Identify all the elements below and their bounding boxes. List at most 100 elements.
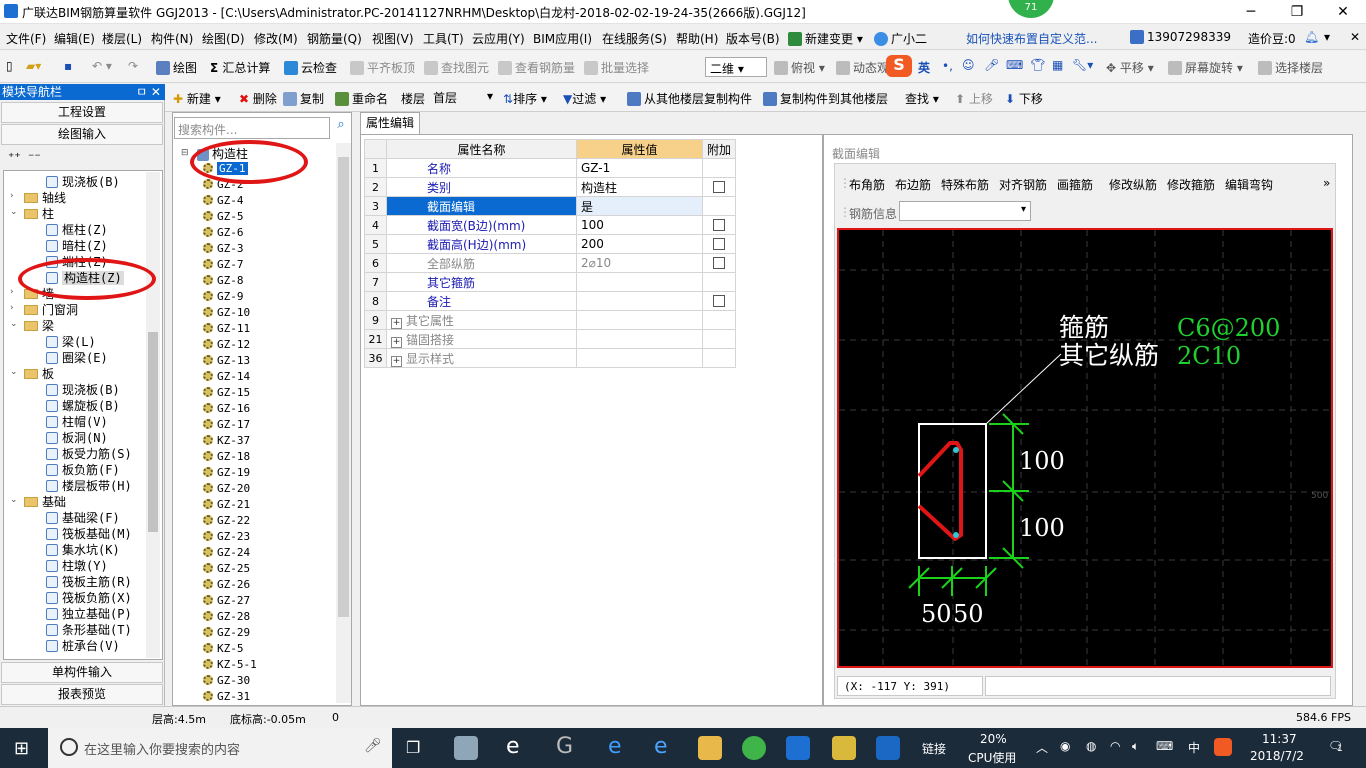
property-row[interactable]: 6 全部纵筋 2⌀10 [364, 253, 737, 273]
project-settings-button[interactable]: 工程设置 [1, 102, 163, 123]
component-list-item[interactable]: KZ-5 [217, 642, 244, 655]
nav-tree-item[interactable]: 柱帽(V) [46, 413, 108, 430]
nav-tree-item[interactable]: 板洞(N) [46, 429, 108, 446]
corner-rebar-button[interactable]: 布角筋 [849, 176, 885, 193]
property-row[interactable]: 7 其它箍筋 [364, 272, 737, 292]
property-name[interactable]: 截面高(H边)(mm) [386, 234, 577, 254]
menu-modify[interactable]: 修改(M) [254, 30, 298, 47]
nav-tree-item[interactable]: 条形基础(T) [46, 621, 132, 638]
tab-property-edit[interactable]: 属性编辑 [360, 112, 420, 134]
cortana-icon[interactable] [60, 738, 78, 756]
tree-collapse-icon[interactable]: ⌄ [10, 367, 18, 377]
nav-tree-item[interactable]: 筏板基础(M) [46, 525, 132, 542]
minimize-button[interactable]: ─ [1228, 0, 1274, 24]
keyboard-tray-icon[interactable]: ⌨ [1156, 739, 1173, 753]
tree-collapse-icon[interactable]: ⌄ [10, 319, 18, 329]
notes-app-icon[interactable] [832, 736, 856, 760]
batch-select-button[interactable]: 批量选择 [584, 59, 649, 76]
top-view-button[interactable]: 俯视 ▾ [774, 59, 825, 76]
dim-width-2[interactable]: 50 [953, 600, 984, 628]
property-value[interactable]: 2⌀10 [576, 253, 703, 273]
menu-draw[interactable]: 绘图(D) [202, 30, 245, 47]
property-row[interactable]: 21 + 锚固搭接 [364, 329, 737, 349]
property-value[interactable] [576, 291, 703, 311]
property-value[interactable]: 构造柱 [576, 177, 703, 197]
browser-g-icon[interactable]: G [556, 734, 573, 759]
property-value[interactable] [576, 348, 703, 368]
nav-tree-item[interactable]: 基础梁(F) [46, 509, 120, 526]
tree-expand-icon[interactable]: › [10, 303, 14, 313]
keyboard-icon[interactable]: ⌨ [1006, 58, 1023, 72]
nav-tree-item[interactable]: 轴线 [24, 189, 66, 206]
delete-button[interactable]: ✖ 删除 [239, 90, 277, 107]
component-list-item[interactable]: GZ-17 [217, 418, 250, 431]
extra-checkbox[interactable] [713, 238, 725, 250]
component-list-item[interactable]: GZ-20 [217, 482, 250, 495]
ime-english-toggle[interactable]: 英 [918, 59, 930, 76]
draw-button[interactable]: 绘图 [156, 59, 197, 76]
component-list-item[interactable]: GZ-21 [217, 498, 250, 511]
property-value[interactable] [576, 310, 703, 330]
section-canvas[interactable]: 箍筋 其它纵筋 C6@200 2C10 100 100 50 50 500 [837, 228, 1333, 668]
menu-help[interactable]: 帮助(H) [676, 30, 718, 47]
property-value[interactable]: 100 [576, 215, 703, 235]
save-icon[interactable]: ▪ [64, 59, 72, 73]
nav-tree-item[interactable]: 圈梁(E) [46, 349, 108, 366]
menu-edit[interactable]: 编辑(E) [54, 30, 95, 47]
menu-rebar-qty[interactable]: 钢筋量(Q) [307, 30, 362, 47]
sort-button[interactable]: ⇅排序 ▾ [503, 90, 547, 107]
property-name[interactable]: 其它箍筋 [386, 272, 577, 292]
taskbar-app-fan-icon[interactable] [454, 736, 478, 760]
nav-tree-item[interactable]: 基础 [24, 493, 66, 510]
filter-button[interactable]: ▼过滤 ▾ [563, 90, 606, 107]
restore-button[interactable]: ❐ [1274, 0, 1320, 24]
component-list-item[interactable]: GZ-27 [217, 594, 250, 607]
edge-icon[interactable]: e [608, 734, 622, 759]
nav-tree-item[interactable]: 现浇板(B) [46, 381, 120, 398]
expand-group-icon[interactable]: + [391, 317, 402, 329]
component-list-item[interactable]: KZ-5-1 [217, 658, 257, 671]
dynamic-view-button[interactable]: 动态观 [836, 59, 889, 76]
volume-icon[interactable]: 🔈︎ [1132, 739, 1139, 754]
component-list-item[interactable]: GZ-22 [217, 514, 250, 527]
property-name[interactable]: + 其它属性 [386, 310, 577, 330]
property-row[interactable]: 3 截面编辑 是 [364, 196, 737, 216]
property-value[interactable]: 是 [576, 196, 703, 216]
component-list-item[interactable]: KZ-37 [217, 434, 250, 447]
find-button[interactable]: 查找 ▾ [905, 90, 939, 107]
expand-group-icon[interactable]: + [391, 355, 402, 367]
component-list-item[interactable]: GZ-13 [217, 354, 250, 367]
nav-tree-item[interactable]: 筏板主筋(R) [46, 573, 132, 590]
nav-tree-item[interactable]: 框柱(Z) [46, 221, 108, 238]
nav-tree-item[interactable]: 筏板负筋(X) [46, 589, 132, 606]
windows-start-icon[interactable]: ⊞ [14, 738, 29, 759]
skin-icon[interactable]: 👕︎ [1030, 58, 1045, 72]
nav-tree-item[interactable]: 梁(L) [46, 333, 96, 350]
nav-tree-item[interactable]: 螺旋板(B) [46, 397, 120, 414]
tree-collapse-icon[interactable]: ⌄ [10, 495, 18, 505]
component-list-item[interactable]: GZ-15 [217, 386, 250, 399]
component-list-item[interactable]: GZ-7 [217, 258, 244, 271]
property-row[interactable]: 8 备注 [364, 291, 737, 311]
notification-badge[interactable]: 71 [1008, 0, 1054, 18]
property-value[interactable] [576, 329, 703, 349]
tree-collapse-icon[interactable]: ⌄ [10, 207, 18, 217]
property-name[interactable]: 类别 [386, 177, 577, 197]
punctuation-icon[interactable]: •, [942, 59, 953, 73]
component-list-item[interactable]: GZ-12 [217, 338, 250, 351]
menu-component[interactable]: 构件(N) [151, 30, 193, 47]
edit-hook-button[interactable]: 编辑弯钩 [1225, 176, 1273, 193]
property-name[interactable]: + 锚固搭接 [386, 329, 577, 349]
component-list-item[interactable]: GZ-28 [217, 610, 250, 623]
flat-top-button[interactable]: 平齐板顶 [350, 59, 415, 76]
nav-tree-item[interactable]: 板负筋(F) [46, 461, 120, 478]
glodon-g-icon[interactable] [876, 736, 900, 760]
taskbar-search-input[interactable]: 在这里输入你要搜索的内容 [48, 728, 392, 768]
menu-cloud[interactable]: 云应用(Y) [472, 30, 525, 47]
bell-icon[interactable]: 🔔︎ [1304, 30, 1319, 44]
clock-time[interactable]: 11:37 [1262, 732, 1297, 746]
stirrup-value[interactable]: C6@200 [1177, 314, 1280, 342]
tip-link[interactable]: 如何快速布置自定义范... [966, 30, 1097, 47]
extra-checkbox[interactable] [713, 181, 725, 193]
property-row[interactable]: 5 截面高(H边)(mm) 200 [364, 234, 737, 254]
